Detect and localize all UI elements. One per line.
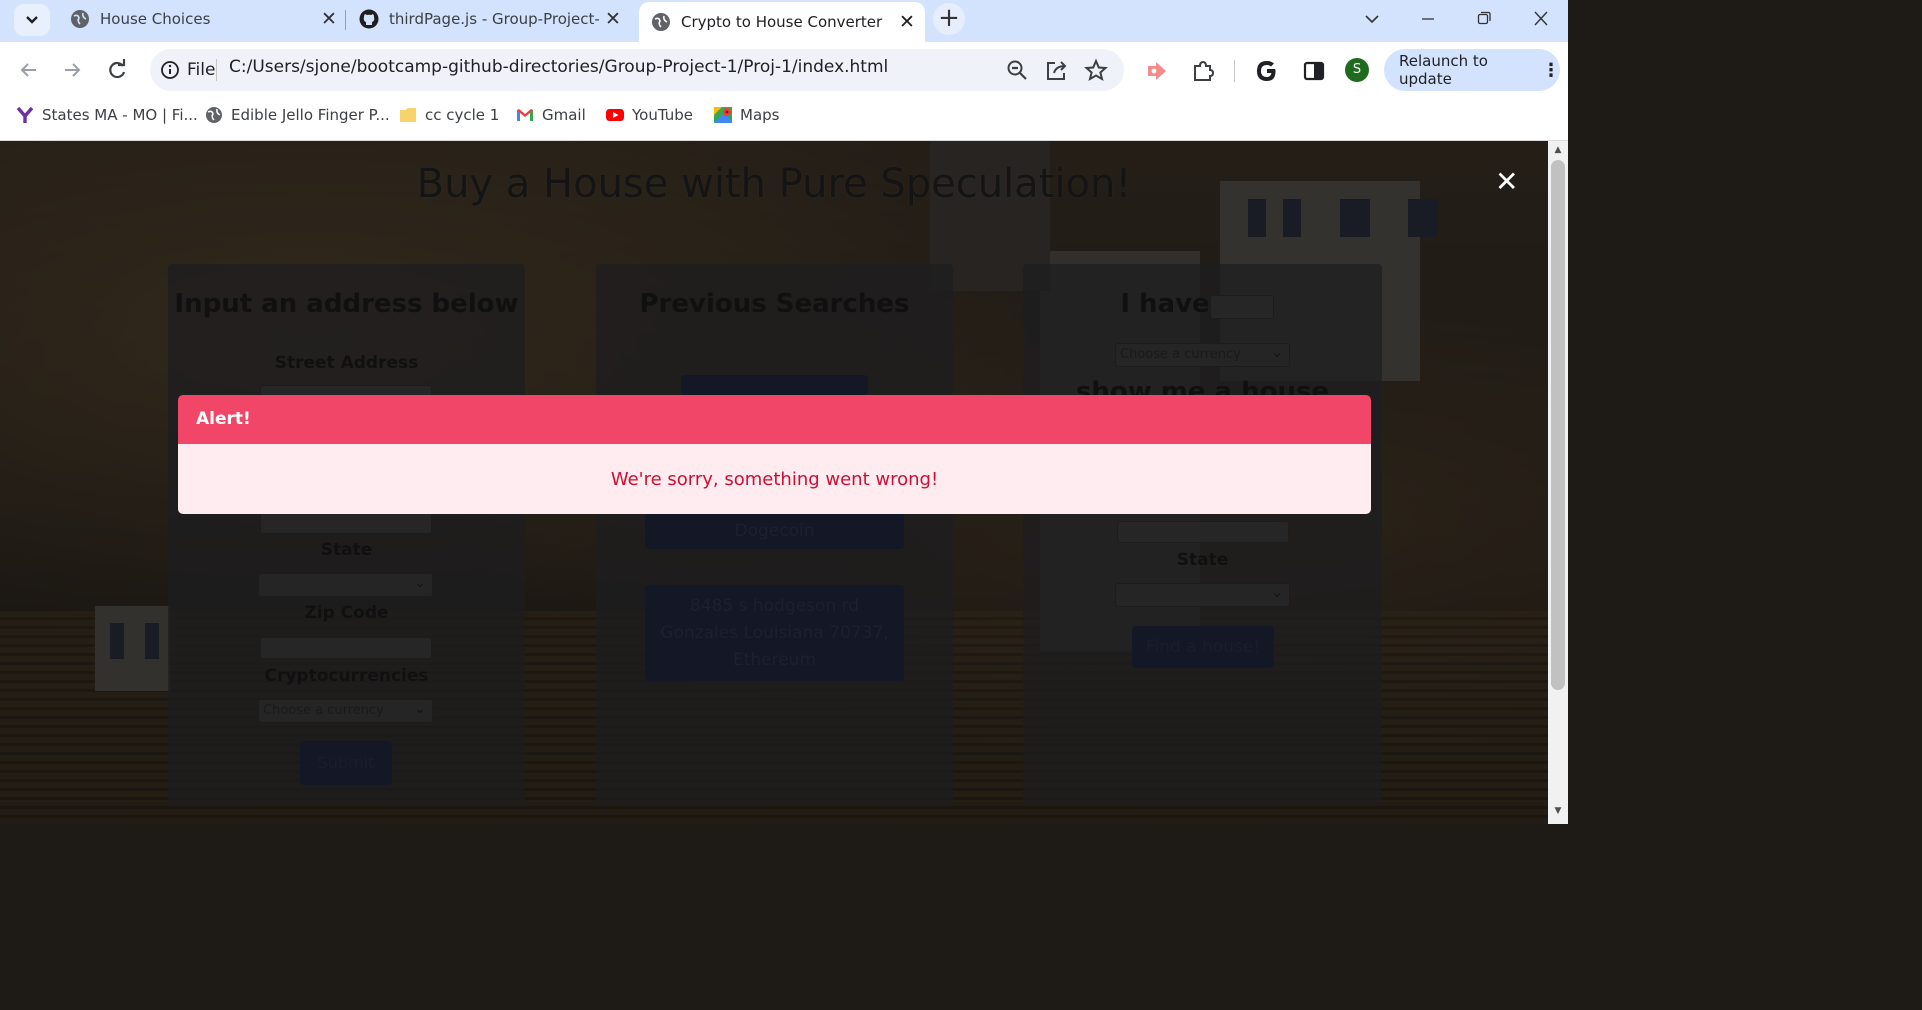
share-icon[interactable] xyxy=(1043,57,1071,85)
minimize-button[interactable] xyxy=(1413,6,1443,32)
close-icon xyxy=(1534,11,1548,26)
arrow-left-icon xyxy=(20,63,36,77)
bookmark-states[interactable]: States MA - MO | Fi... xyxy=(16,104,198,126)
site-chip-label: File xyxy=(187,60,216,80)
forward-button[interactable] xyxy=(57,55,87,85)
bookmark-maps[interactable]: Maps xyxy=(714,104,779,126)
bookmark-youtube[interactable]: YouTube xyxy=(606,104,693,126)
tab-title: Crypto to House Converter xyxy=(681,13,883,31)
tab-separator xyxy=(345,10,346,30)
bookmark-folder-cc-cycle[interactable]: cc cycle 1 xyxy=(399,104,499,126)
close-tab-icon[interactable]: ✕ xyxy=(899,11,915,33)
maps-icon xyxy=(714,107,732,123)
tab-crypto-converter[interactable]: Crypto to House Converter ✕ xyxy=(639,2,925,42)
chevron-down-icon xyxy=(26,16,38,24)
reload-button[interactable] xyxy=(102,55,132,85)
github-icon xyxy=(359,9,379,29)
relaunch-to-update-button[interactable]: Relaunch to update ⋮ xyxy=(1384,49,1560,91)
bookmark-label: Gmail xyxy=(542,106,586,124)
scroll-down-arrow-icon[interactable]: ▼ xyxy=(1548,806,1568,816)
profile-avatar[interactable]: S xyxy=(1345,58,1369,82)
scrollbar-thumb[interactable] xyxy=(1551,160,1565,690)
tab-thirdpage[interactable]: thirdPage.js - Group-Project-1 [C ✕ xyxy=(347,0,632,38)
bookmark-label: YouTube xyxy=(632,106,693,124)
extensions-puzzle-icon[interactable] xyxy=(1189,57,1217,85)
reload-icon xyxy=(109,59,126,79)
youtube-icon xyxy=(606,109,624,121)
bookmark-gmail[interactable]: Gmail xyxy=(516,104,586,126)
folder-icon xyxy=(400,108,416,122)
gmail-icon xyxy=(517,109,533,121)
page-viewport: Buy a House with Pure Speculation! Input… xyxy=(0,141,1548,824)
alert-title: Alert! xyxy=(196,409,251,429)
restore-icon xyxy=(1477,11,1491,25)
scroll-up-arrow-icon[interactable]: ▲ xyxy=(1548,145,1568,155)
tab-search-button[interactable] xyxy=(14,4,50,36)
restore-button[interactable] xyxy=(1469,6,1499,32)
side-panel-icon[interactable] xyxy=(1300,57,1328,85)
minimize-icon xyxy=(1422,18,1434,20)
tab-title: House Choices xyxy=(100,10,211,28)
extension-arrow-icon[interactable] xyxy=(1143,57,1171,85)
new-tab-button[interactable]: + xyxy=(933,3,965,35)
toolbar-divider xyxy=(1234,60,1235,82)
globe-icon xyxy=(206,107,222,123)
bookmark-label: States MA - MO | Fi... xyxy=(42,106,198,124)
tab-house-choices[interactable]: House Choices ✕ xyxy=(58,0,343,38)
arrow-right-icon xyxy=(65,63,81,77)
chip-divider xyxy=(216,59,217,81)
url-text[interactable]: C:/Users/sjone/bootcamp-github-directori… xyxy=(229,57,888,77)
more-vert-icon[interactable]: ⋮ xyxy=(1542,60,1560,81)
alert-message: We're sorry, something went wrong! xyxy=(610,469,939,490)
back-button[interactable] xyxy=(14,55,44,85)
modal-close-icon[interactable]: ✕ xyxy=(1495,168,1518,196)
bookmark-label: cc cycle 1 xyxy=(425,106,500,124)
close-window-button[interactable] xyxy=(1526,6,1556,32)
google-g-icon[interactable] xyxy=(1253,57,1281,85)
close-tab-icon[interactable]: ✕ xyxy=(321,8,337,30)
zoom-icon[interactable] xyxy=(1004,57,1032,85)
globe-icon xyxy=(71,10,89,28)
bookmark-jello[interactable]: Edible Jello Finger P... xyxy=(205,104,390,126)
bookmark-label: Edible Jello Finger P... xyxy=(231,106,390,124)
close-tab-icon[interactable]: ✕ xyxy=(605,8,621,30)
bookmark-label: Maps xyxy=(740,106,780,124)
tab-title: thirdPage.js - Group-Project-1 [C xyxy=(389,10,599,28)
globe-icon xyxy=(652,13,670,31)
bookmark-star-icon[interactable] xyxy=(1082,57,1110,85)
info-icon xyxy=(161,61,179,79)
y-logo-icon xyxy=(16,106,34,123)
tab-search-chevron-icon[interactable] xyxy=(1357,6,1387,32)
site-info-chip[interactable]: File xyxy=(160,56,215,84)
relaunch-label: Relaunch to update xyxy=(1399,52,1488,88)
alert-header xyxy=(178,395,1371,444)
